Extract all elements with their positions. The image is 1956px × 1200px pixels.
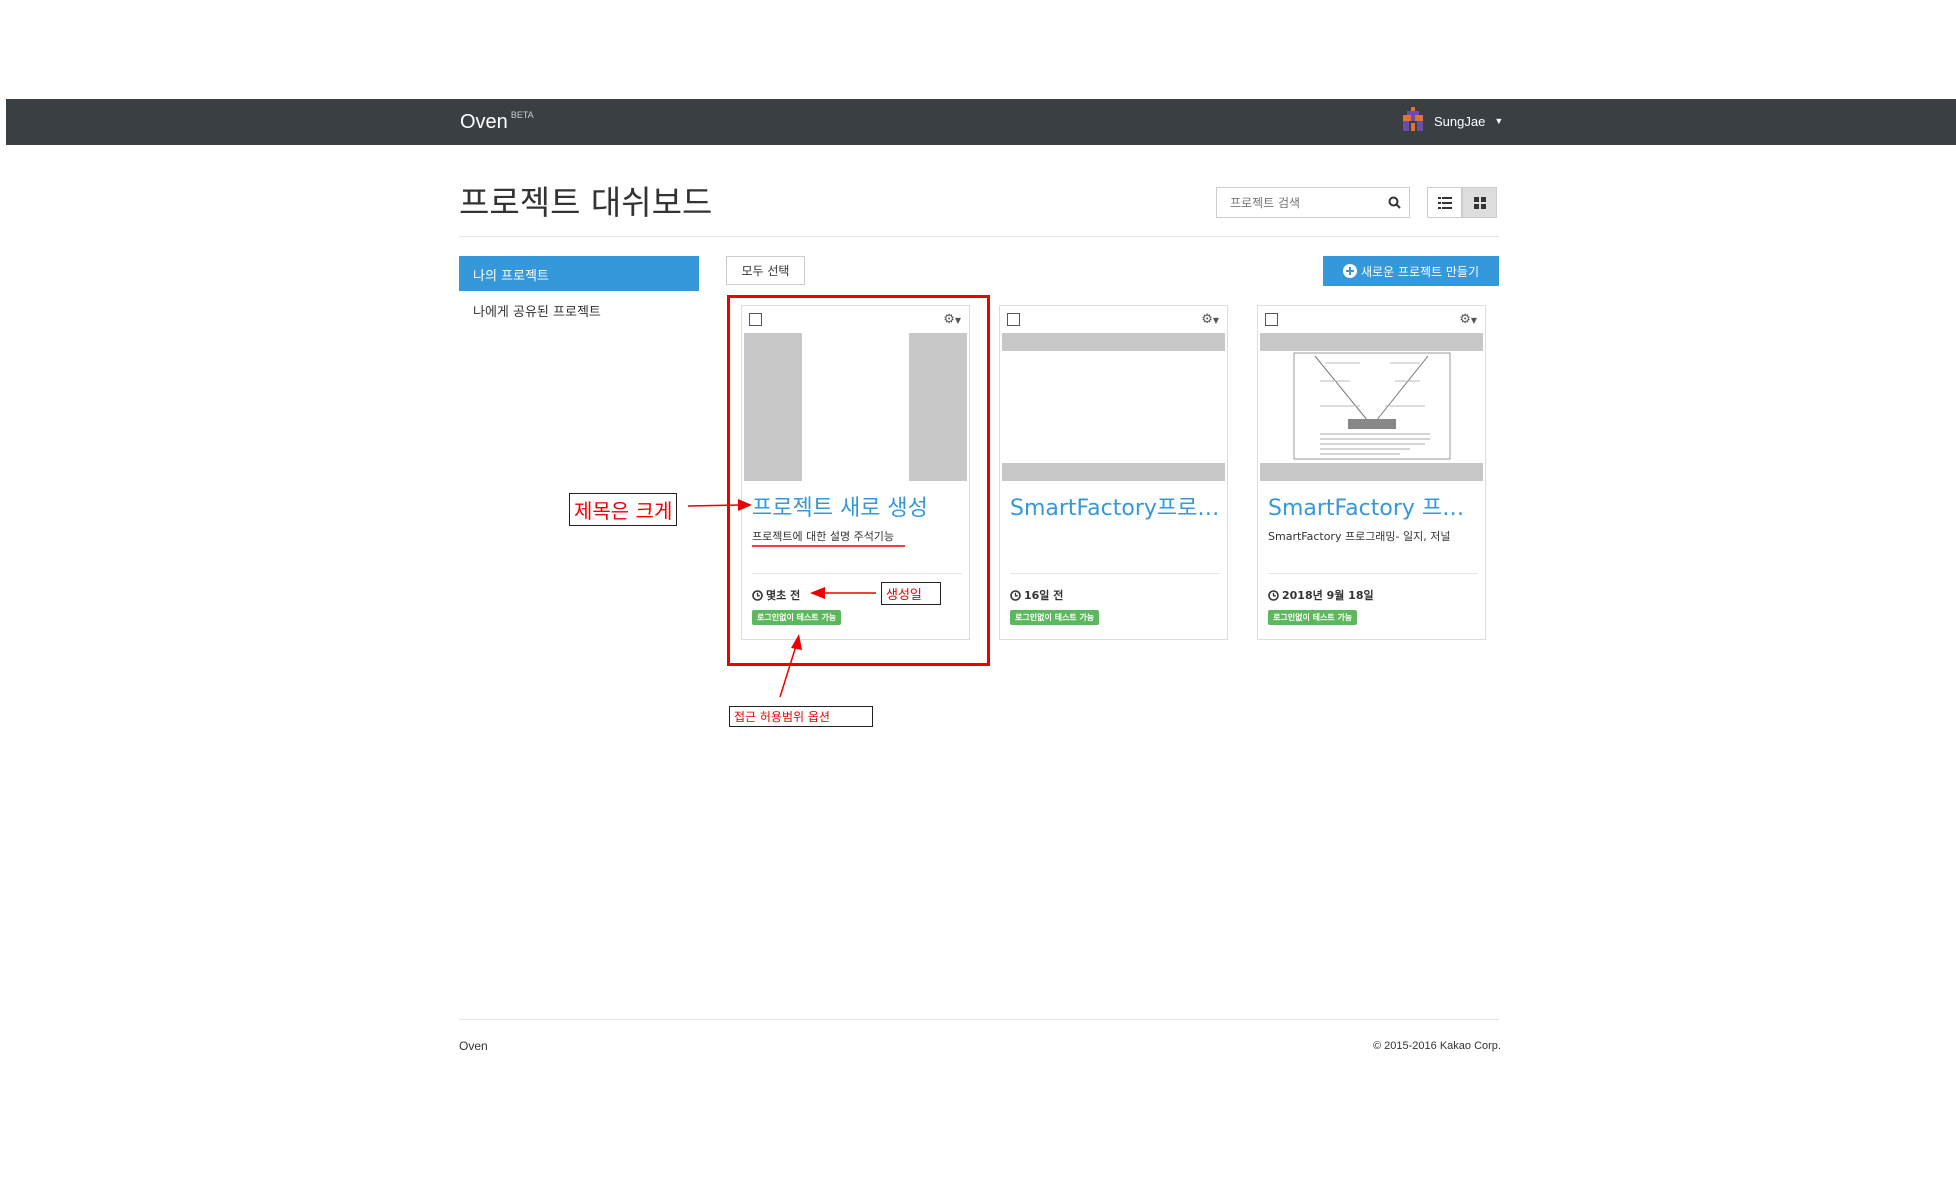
annotation-arrowhead-title xyxy=(738,499,752,511)
footer-copyright: © 2015-2016 Kakao Corp. xyxy=(1373,1040,1501,1052)
annotation-arrowhead-date xyxy=(810,587,825,599)
annotation-arrow-title xyxy=(687,504,741,507)
annotation-title-note: 제목은 크게 xyxy=(569,493,678,526)
annotation-date-note: 생성일 xyxy=(881,582,941,605)
annotation-arrows xyxy=(687,499,905,698)
footer-brand: Oven xyxy=(459,1039,488,1053)
footer-divider xyxy=(459,1019,1499,1020)
annotation-arrow-access xyxy=(779,645,797,698)
annotation-access-note: 접근 허용범위 옵션 xyxy=(729,706,873,727)
annotation-arrowhead-access xyxy=(791,634,802,650)
